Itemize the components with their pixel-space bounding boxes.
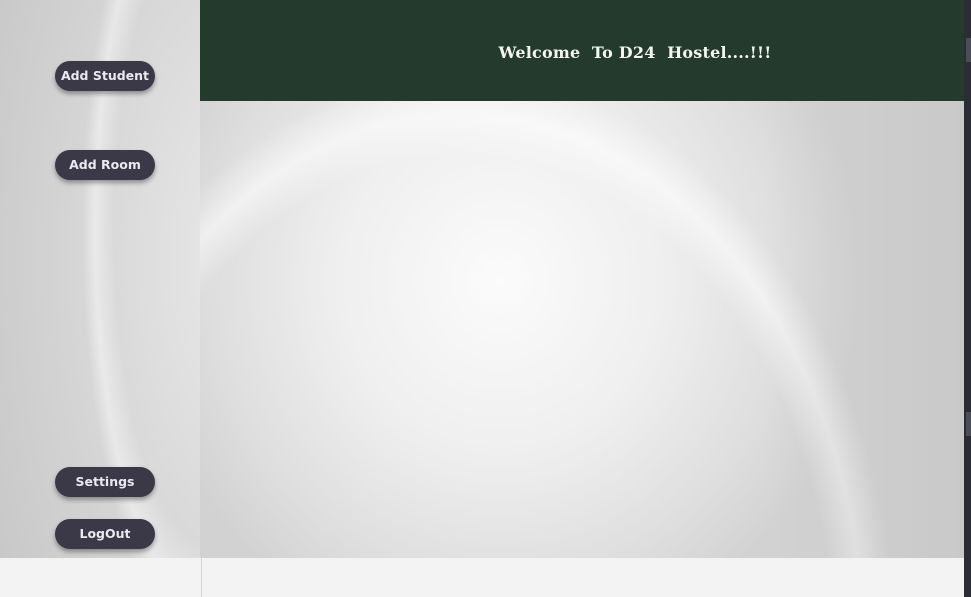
logout-button[interactable]: LogOut — [55, 519, 155, 549]
add-room-button[interactable]: Add Room — [55, 150, 155, 180]
bottom-strip — [0, 558, 964, 597]
content-background-shade — [764, 101, 964, 558]
page-title: Welcome To D24 Hostel....!!! — [498, 43, 772, 62]
app-window: Add Student Add Room Settings LogOut Wel… — [0, 0, 971, 597]
window-edge-mark — [966, 38, 971, 62]
settings-button[interactable]: Settings — [55, 467, 155, 497]
window-edge-mark — [966, 412, 971, 436]
header-bar: Welcome To D24 Hostel....!!! — [200, 0, 964, 101]
add-student-button[interactable]: Add Student — [55, 61, 155, 91]
sidebar: Add Student Add Room Settings LogOut — [0, 0, 201, 558]
main-content-area — [200, 101, 964, 558]
bottom-divider — [201, 558, 202, 597]
window-right-edge — [964, 0, 971, 597]
